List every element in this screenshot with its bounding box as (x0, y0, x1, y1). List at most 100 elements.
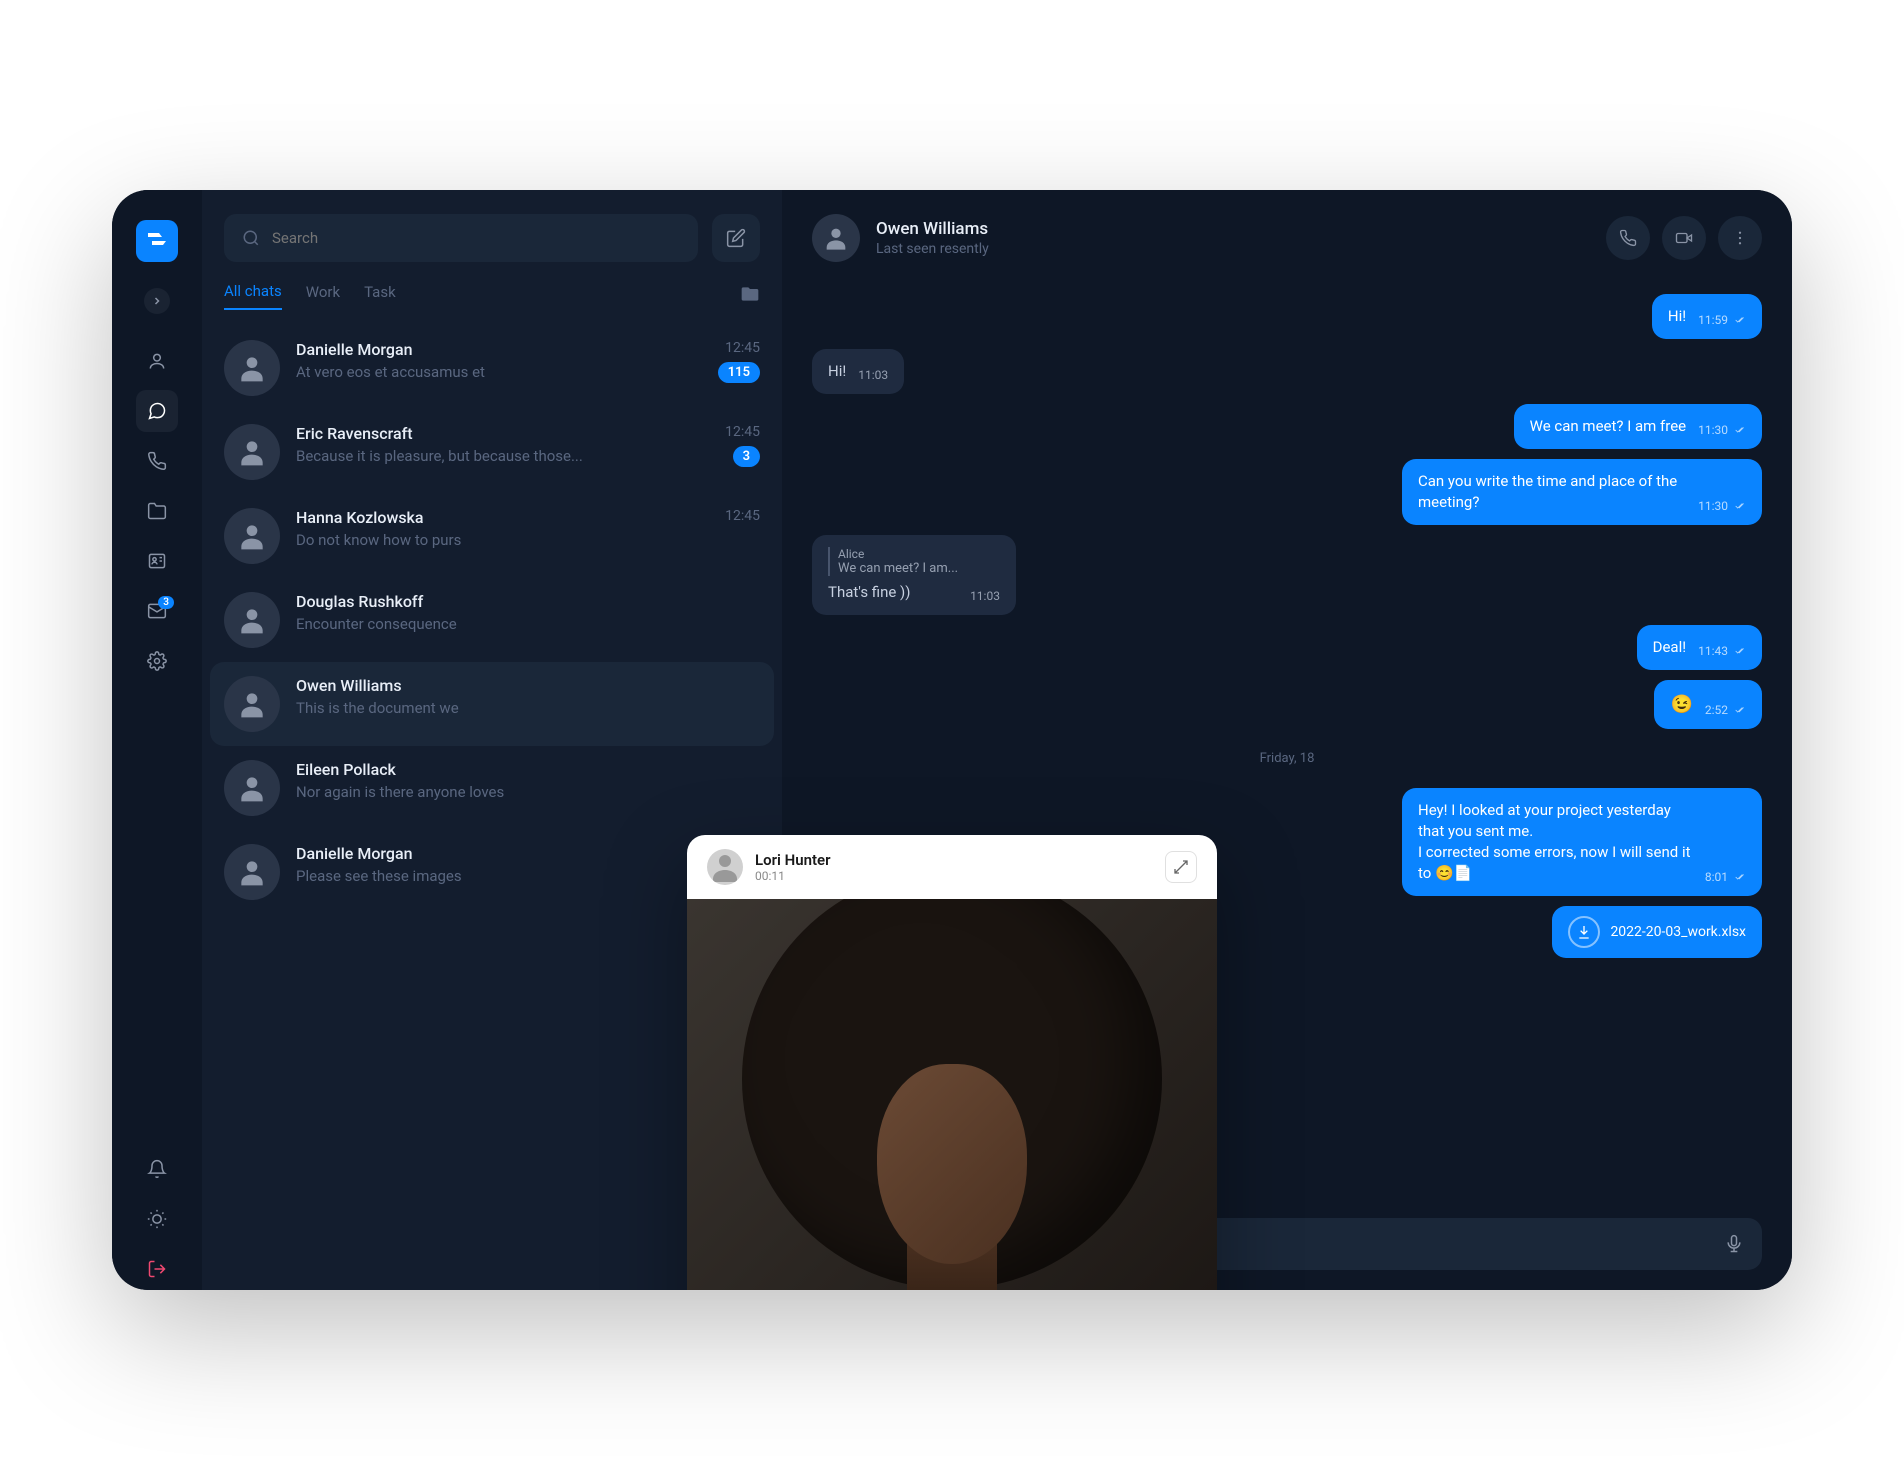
nav-mail[interactable]: 3 (136, 590, 178, 632)
avatar (224, 340, 280, 396)
call-duration: 00:11 (755, 869, 831, 883)
chat-preview: This is the document we (296, 699, 744, 717)
app-logo[interactable] (136, 220, 178, 262)
date-separator: Friday, 18 (812, 739, 1762, 778)
check-icon (1732, 646, 1746, 656)
call-name: Lori Hunter (755, 851, 831, 869)
check-icon (1732, 501, 1746, 511)
search-box[interactable] (224, 214, 698, 262)
message-time: 11:30 (1698, 423, 1746, 437)
chat-time: 12:45 (725, 508, 760, 524)
chat-name: Eric Ravenscraft (296, 424, 709, 443)
mail-badge: 3 (158, 596, 174, 609)
collapse-toggle[interactable] (144, 288, 170, 314)
call-video (687, 899, 1217, 1290)
chat-name: Danielle Morgan (296, 844, 744, 863)
chat-item-selected[interactable]: Owen Williams This is the document we (210, 662, 774, 746)
chat-preview: Because it is pleasure, but because thos… (296, 447, 709, 465)
message-time: 11:30 (1698, 499, 1746, 513)
call-header: Lori Hunter 00:11 (687, 835, 1217, 899)
nav-logout[interactable] (136, 1248, 178, 1290)
avatar (224, 676, 280, 732)
chat-item[interactable]: Douglas Rushkoff Encounter consequence (202, 578, 782, 662)
download-icon[interactable] (1568, 916, 1600, 948)
call-avatar (707, 849, 743, 885)
chat-item[interactable]: Eileen PollackNor again is there anyone … (202, 746, 782, 830)
message-text: Hi! (828, 361, 846, 382)
nav-theme[interactable] (136, 1198, 178, 1240)
chat-name: Douglas Rushkoff (296, 592, 744, 611)
check-icon (1732, 425, 1746, 435)
nav-calls[interactable] (136, 440, 178, 482)
chat-name: Eileen Pollack (296, 760, 744, 779)
check-icon (1732, 315, 1746, 325)
chat-preview: At vero eos et accusamus et (296, 363, 702, 381)
message-out[interactable]: Hi! 11:59 (812, 294, 1762, 339)
message-text: Deal! (1653, 637, 1686, 658)
message-time: 11:03 (858, 368, 888, 382)
search-input[interactable] (272, 229, 680, 247)
nav-profile[interactable] (136, 340, 178, 382)
chat-time: 12:45 (725, 424, 760, 440)
chat-time: 12:45 (725, 340, 760, 356)
call-button[interactable] (1606, 216, 1650, 260)
unread-badge: 115 (718, 362, 760, 383)
message-text: Hi! (1668, 306, 1686, 327)
message-in-reply[interactable]: AliceWe can meet? I am... That's fine )) 1… (812, 535, 1762, 615)
tab-work[interactable]: Work (306, 283, 340, 309)
avatar (224, 508, 280, 564)
message-out[interactable]: 😉 2:52 (812, 680, 1762, 729)
message-text: 😉 (1670, 692, 1692, 717)
chat-item[interactable]: Eric Ravenscraft Because it is pleasure, … (202, 410, 782, 494)
header-seen: Last seen resently (876, 241, 1590, 257)
message-time: 11:43 (1698, 644, 1746, 658)
message-out[interactable]: We can meet? I am free 11:30 (812, 404, 1762, 449)
message-text: Can you write the time and place of the … (1418, 471, 1686, 513)
chat-name: Owen Williams (296, 676, 744, 695)
app-window: 3 All chats Work Task Danielle MorganAt … (112, 190, 1792, 1290)
message-in[interactable]: Hi! 11:03 (812, 349, 1762, 394)
header-name: Owen Williams (876, 219, 1590, 239)
more-button[interactable] (1718, 216, 1762, 260)
search-icon (242, 229, 260, 247)
avatar (224, 592, 280, 648)
message-text: Hey! I looked at your project yesterday … (1418, 800, 1693, 884)
message-text: We can meet? I am free (1530, 416, 1686, 437)
message-out[interactable]: Deal! 11:43 (812, 625, 1762, 670)
unread-badge: 3 (733, 446, 760, 467)
nav-files[interactable] (136, 490, 178, 532)
reply-preview: AliceWe can meet? I am... (828, 547, 958, 576)
chat-preview: Encounter consequence (296, 615, 744, 633)
conversation-header: Owen Williams Last seen resently (782, 190, 1792, 286)
nav-notifications[interactable] (136, 1148, 178, 1190)
chat-name: Hanna Kozlowska (296, 508, 709, 527)
nav-chats[interactable] (136, 390, 178, 432)
chat-preview: Please see these images (296, 867, 744, 885)
avatar (224, 424, 280, 480)
message-text: That's fine )) (828, 583, 911, 601)
message-out[interactable]: Can you write the time and place of the … (812, 459, 1762, 525)
check-icon (1732, 872, 1746, 882)
message-time: 11:03 (970, 589, 1000, 603)
avatar (224, 844, 280, 900)
chat-preview: Do not know how to purs (296, 531, 709, 549)
video-button[interactable] (1662, 216, 1706, 260)
chat-item[interactable]: Danielle MorganAt vero eos et accusamus … (202, 326, 782, 410)
tab-task[interactable]: Task (364, 283, 396, 309)
nav-settings[interactable] (136, 640, 178, 682)
chat-item[interactable]: Hanna Kozlowska Do not know how to purs 1… (202, 494, 782, 578)
folder-icon[interactable] (740, 284, 760, 308)
nav-rail: 3 (112, 190, 202, 1290)
message-time: 11:59 (1698, 313, 1746, 327)
header-avatar[interactable] (812, 214, 860, 262)
chat-tabs: All chats Work Task (202, 282, 782, 310)
popout-button[interactable] (1165, 851, 1197, 883)
check-icon (1732, 705, 1746, 715)
compose-button[interactable] (712, 214, 760, 262)
nav-contacts[interactable] (136, 540, 178, 582)
message-time: 2:52 (1705, 703, 1746, 717)
tab-all-chats[interactable]: All chats (224, 282, 282, 310)
message-time: 8:01 (1705, 870, 1746, 884)
avatar (224, 760, 280, 816)
mic-icon[interactable] (1724, 1234, 1744, 1254)
